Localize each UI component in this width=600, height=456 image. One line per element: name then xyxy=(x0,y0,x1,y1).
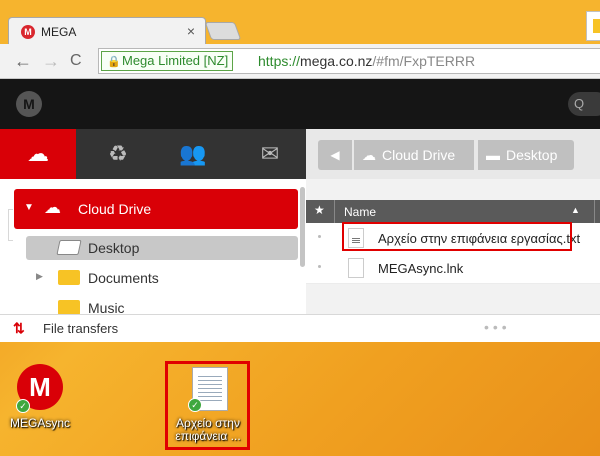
file-row[interactable]: MEGAsync.lnk xyxy=(306,253,600,284)
folder-tree: ▼ ☁ Cloud Drive Desktop ▶ Documents Musi… xyxy=(0,179,306,314)
mega-header: M Q xyxy=(0,79,600,129)
lock-icon: 🔒 xyxy=(107,56,121,68)
ev-certificate-badge[interactable]: 🔒 Mega Limited [NZ] xyxy=(101,51,234,71)
file-transfers-bar[interactable]: ⇅ File transfers ••• xyxy=(0,314,600,342)
tree-item-documents[interactable]: ▶ Documents xyxy=(26,266,298,290)
breadcrumb-desktop[interactable]: ▬ Desktop xyxy=(478,140,574,170)
left-nav-tabs: ☁ ♻ 👥 ✉ xyxy=(0,129,306,179)
url-text: https://mega.co.nz/#fm/FxpTERRR xyxy=(258,53,475,69)
reload-icon[interactable]: C xyxy=(70,52,82,70)
column-divider xyxy=(594,200,595,223)
file-icon xyxy=(348,258,364,278)
name-column-header[interactable]: Name xyxy=(344,205,376,219)
breadcrumb-label: Desktop xyxy=(506,147,558,163)
star-column-icon[interactable]: ★ xyxy=(314,203,325,217)
sync-check-icon: ✓ xyxy=(16,399,30,413)
transfer-arrows-icon: ⇅ xyxy=(13,320,25,336)
url-host: mega.co.nz xyxy=(300,53,373,69)
list-toolbar xyxy=(306,179,600,200)
desktop-icon-label: MEGAsync xyxy=(9,416,70,430)
recycle-bin-icon: ♻ xyxy=(108,141,128,166)
file-transfers-label: File transfers xyxy=(43,321,119,336)
highlight-box xyxy=(165,361,250,450)
tab-close-icon[interactable]: × xyxy=(187,23,195,39)
expand-arrow-icon[interactable]: ▶ xyxy=(36,271,43,282)
collapse-arrow-icon[interactable]: ▼ xyxy=(24,202,34,213)
open-folder-icon xyxy=(56,240,82,255)
mega-logo-icon[interactable]: M xyxy=(16,91,42,117)
folder-icon: ▬ xyxy=(486,147,500,163)
tab-strip: M MEGA × xyxy=(0,0,600,46)
tree-guide xyxy=(8,209,13,241)
url-scheme: https:// xyxy=(258,53,301,69)
forward-icon[interactable]: → xyxy=(42,51,60,72)
breadcrumb-back-button[interactable]: ◀ xyxy=(318,140,352,170)
breadcrumb-bar: ◀ ☁ Cloud Drive ▬ Desktop xyxy=(306,129,600,179)
file-name: MEGAsync.lnk xyxy=(378,261,464,276)
browser-window: M MEGA × ← → C 🔒 Mega Limited [NZ] https… xyxy=(0,0,600,342)
favourite-dot[interactable] xyxy=(318,265,321,268)
tree-item-cloud-drive[interactable]: ▼ ☁ Cloud Drive xyxy=(14,189,298,229)
rubbish-bin-tab[interactable]: ♻ xyxy=(80,129,156,179)
inbox-tab[interactable]: ✉ xyxy=(232,129,308,179)
tree-item-label: Music xyxy=(88,300,125,314)
tree-item-music[interactable]: Music xyxy=(26,296,298,314)
favourite-dot[interactable] xyxy=(318,235,321,238)
new-tab-button[interactable] xyxy=(204,22,242,40)
contacts-tab[interactable]: 👥 xyxy=(155,129,231,179)
search-icon[interactable]: Q xyxy=(568,92,600,116)
breadcrumb-label: Cloud Drive xyxy=(382,147,456,163)
ev-certificate-label: Mega Limited [NZ] xyxy=(122,53,229,68)
tab-title: MEGA xyxy=(41,25,77,39)
tree-item-label: Desktop xyxy=(88,240,140,256)
folder-icon xyxy=(58,270,80,285)
column-divider xyxy=(334,200,335,223)
tree-scrollbar[interactable] xyxy=(300,187,305,267)
url-path: /#fm/FxpTERRR xyxy=(372,53,476,69)
tree-item-label: Documents xyxy=(88,270,159,286)
folder-icon xyxy=(58,300,80,314)
folder-view-button[interactable] xyxy=(586,11,600,41)
highlight-box xyxy=(342,222,572,251)
back-icon[interactable]: ← xyxy=(14,51,32,72)
tree-item-label: Cloud Drive xyxy=(78,201,152,217)
mega-favicon-icon: M xyxy=(21,25,35,39)
cloud-icon: ☁ xyxy=(27,141,49,166)
drag-handle-icon[interactable]: ••• xyxy=(484,319,511,335)
browser-toolbar: ← → C 🔒 Mega Limited [NZ] https://mega.c… xyxy=(0,44,600,79)
tree-item-desktop[interactable]: Desktop xyxy=(26,236,298,260)
cloud-icon: ☁ xyxy=(44,198,61,217)
address-bar[interactable]: 🔒 Mega Limited [NZ] https://mega.co.nz/#… xyxy=(98,48,600,74)
sort-ascending-icon[interactable]: ▲ xyxy=(571,205,580,215)
inbox-icon: ✉ xyxy=(260,141,280,166)
cloud-drive-tab[interactable]: ☁ xyxy=(0,129,76,179)
cloud-icon: ☁ xyxy=(362,147,376,163)
browser-tab-mega[interactable]: M MEGA × xyxy=(8,17,206,46)
contacts-icon: 👥 xyxy=(179,141,207,166)
breadcrumb-cloud-drive[interactable]: ☁ Cloud Drive xyxy=(354,140,474,170)
file-list-header: ★ Name ▲ xyxy=(306,200,600,223)
